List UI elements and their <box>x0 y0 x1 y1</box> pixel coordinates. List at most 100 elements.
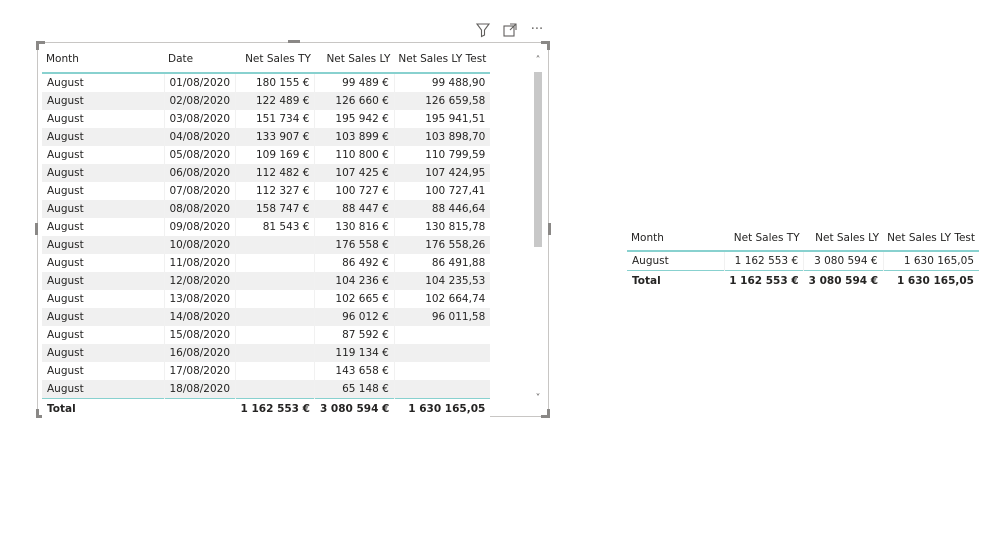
table-row[interactable]: August 09/08/2020 81 543 €130 816 €130 815… <box>42 218 491 236</box>
table-cell: 13/08/2020 <box>163 290 236 308</box>
table-row[interactable]: August 10/08/2020 176 558 €176 558,26 <box>42 236 491 254</box>
sales-summary-table-visual[interactable]: Month Net Sales TY Net Sales LY Net Sale… <box>627 226 979 296</box>
table-cell: 87 592 € <box>314 326 395 344</box>
table-cell <box>235 254 315 272</box>
table-cell: August <box>42 308 164 326</box>
table-cell: 112 327 € <box>235 182 315 200</box>
vertical-scrollbar[interactable]: ˄ ˅ <box>533 55 543 405</box>
table-cell <box>235 344 315 362</box>
table-row[interactable]: August 08/08/2020 158 747 €88 447 €88 446,… <box>42 200 491 218</box>
resize-handle-top-right[interactable] <box>541 41 550 50</box>
table-cell: August <box>47 77 84 89</box>
table-row[interactable]: August 17/08/2020 143 658 € <box>42 362 491 380</box>
table-cell: August <box>47 365 84 377</box>
scrollbar-thumb[interactable] <box>534 72 542 247</box>
column-header-month[interactable]: Month <box>42 45 164 74</box>
column-header-net-sales-ly-test[interactable]: Net Sales LY Test <box>883 226 979 252</box>
table-row[interactable]: August 03/08/2020 151 734 €195 942 €195 94… <box>42 110 491 128</box>
more-options-icon[interactable]: ··· <box>528 22 546 38</box>
table-cell: August <box>47 221 84 233</box>
total-cell: 1 162 553 € <box>724 270 804 291</box>
table-row[interactable]: August 14/08/2020 96 012 €96 011,58 <box>42 308 491 326</box>
table-cell: August <box>42 272 164 290</box>
table-cell <box>393 380 491 399</box>
table-cell: 86 492 € <box>314 254 395 272</box>
table-cell: 151 734 € <box>235 110 315 128</box>
table-cell <box>235 308 315 326</box>
table-cell: 107 424,95 <box>393 164 491 182</box>
table-row[interactable]: August 01/08/2020 180 155 €99 489 €99 488,… <box>42 73 491 92</box>
table-cell: 99 488,90 <box>393 73 491 92</box>
table-row[interactable]: August 12/08/2020 104 236 €104 235,53 <box>42 272 491 290</box>
total-label: Total <box>42 398 164 419</box>
funnel-icon[interactable] <box>474 22 492 38</box>
table-cell: 11/08/2020 <box>163 254 236 272</box>
table-cell <box>235 290 315 308</box>
table-cell: 86 491,88 <box>393 254 491 272</box>
table-cell: 3 080 594 € <box>803 251 884 271</box>
table-cell <box>235 380 315 399</box>
total-label: Total <box>627 270 725 291</box>
table-cell: 133 907 € <box>235 128 315 146</box>
table-row[interactable]: August 05/08/2020 109 169 €110 800 €110 79… <box>42 146 491 164</box>
table-row[interactable]: August 02/08/2020 122 489 €126 660 €126 65… <box>42 92 491 110</box>
table-total-row: Total 1 162 553 € 3 080 594 € 1 630 165,… <box>627 270 979 291</box>
table-row[interactable]: August 16/08/2020 119 134 € <box>42 344 491 362</box>
column-header-net-sales-ly[interactable]: Net Sales LY <box>803 226 884 252</box>
table-cell: 81 543 € <box>235 218 315 236</box>
focus-mode-icon[interactable] <box>501 22 519 38</box>
table-cell: 01/08/2020 <box>163 73 236 92</box>
resize-handle-left[interactable] <box>35 223 38 235</box>
table-cell: 99 489 € <box>314 73 395 92</box>
table-row[interactable]: August 07/08/2020 112 327 €100 727 €100 72… <box>42 182 491 200</box>
table-cell: 05/08/2020 <box>163 146 236 164</box>
table-row[interactable]: August 06/08/2020 112 482 €107 425 €107 42… <box>42 164 491 182</box>
table-row[interactable]: August 1 162 553 €3 080 594 €1 630 165,05 <box>627 251 979 271</box>
column-header-net-sales-ty[interactable]: Net Sales TY <box>235 45 315 74</box>
table-cell: August <box>47 257 84 269</box>
table-cell: 158 747 € <box>235 200 315 218</box>
table-cell: 143 658 € <box>314 362 395 380</box>
table-cell: 110 800 € <box>314 146 395 164</box>
resize-handle-top[interactable] <box>288 40 300 43</box>
resize-handle-right[interactable] <box>548 223 551 235</box>
table-row[interactable]: August 11/08/2020 86 492 €86 491,88 <box>42 254 491 272</box>
sales-detail-table-visual[interactable]: Month Date Net Sales TY Net Sales LY Net… <box>35 40 551 419</box>
table-cell: 103 898,70 <box>393 128 491 146</box>
table-cell <box>235 236 315 254</box>
table-cell: August <box>47 293 84 305</box>
table-row[interactable]: August 15/08/2020 87 592 € <box>42 326 491 344</box>
table-header-row: Month Date Net Sales TY Net Sales LY Net… <box>42 45 491 74</box>
column-header-net-sales-ly[interactable]: Net Sales LY <box>314 45 395 74</box>
table-cell: 65 148 € <box>314 380 395 399</box>
scrollbar-track[interactable] <box>533 67 543 393</box>
table-cell <box>393 362 491 380</box>
table-cell: August <box>47 113 84 125</box>
table-cell: 102 664,74 <box>393 290 491 308</box>
table-cell: 126 659,58 <box>393 92 491 110</box>
column-header-net-sales-ty[interactable]: Net Sales TY <box>724 226 804 252</box>
total-cell: 1 162 553 € <box>235 398 315 419</box>
table-cell: 176 558 € <box>314 236 395 254</box>
table-cell: 130 815,78 <box>393 218 491 236</box>
column-header-month[interactable]: Month <box>627 226 725 252</box>
table-row[interactable]: August 18/08/2020 65 148 € <box>42 380 491 399</box>
table-cell: 04/08/2020 <box>163 128 236 146</box>
table-cell: 112 482 € <box>235 164 315 182</box>
table-cell: 100 727 € <box>314 182 395 200</box>
column-header-net-sales-ly-test[interactable]: Net Sales LY Test <box>394 45 491 74</box>
resize-handle-bottom-right[interactable] <box>541 409 550 418</box>
table-row[interactable]: August 04/08/2020 133 907 €103 899 €103 89… <box>42 128 491 146</box>
table-cell: 180 155 € <box>235 73 315 92</box>
table-cell: August <box>42 236 164 254</box>
table-cell: 96 011,58 <box>393 308 491 326</box>
table-cell: 104 235,53 <box>393 272 491 290</box>
table-cell: 14/08/2020 <box>163 308 236 326</box>
table-cell: 122 489 € <box>235 92 315 110</box>
column-header-date[interactable]: Date <box>164 45 236 74</box>
scroll-up-icon[interactable]: ˄ <box>533 55 543 67</box>
table-cell: August <box>42 344 164 362</box>
scroll-down-icon[interactable]: ˅ <box>533 393 543 405</box>
total-cell: 1 630 165,05 <box>394 398 491 419</box>
table-row[interactable]: August 13/08/2020 102 665 €102 664,74 <box>42 290 491 308</box>
